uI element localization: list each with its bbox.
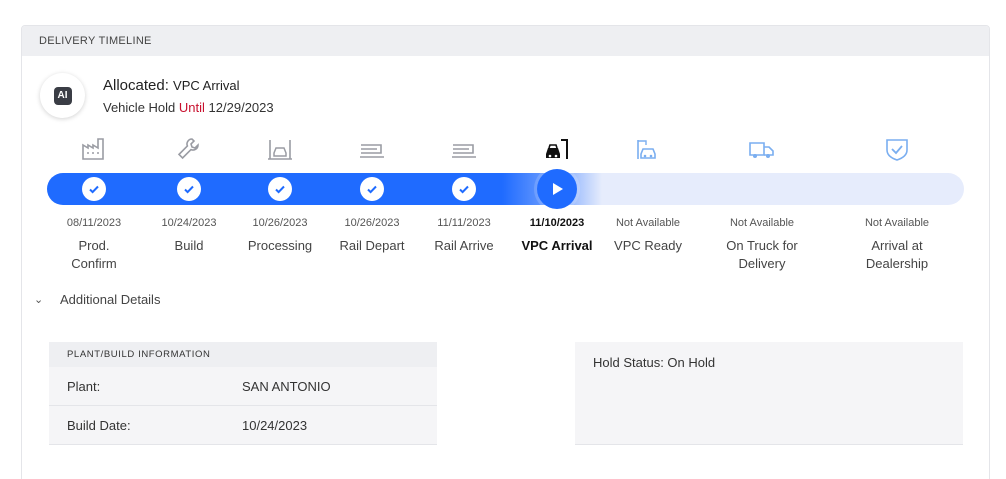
- check-icon: [459, 185, 469, 194]
- car-port-icon: [542, 136, 572, 162]
- info-key: Build Date:: [67, 417, 131, 433]
- step-label: On Truck for Delivery: [726, 238, 798, 271]
- step-date: 10/26/2023: [252, 217, 308, 229]
- check-icon: [184, 185, 194, 194]
- shield-check-icon: [882, 136, 912, 162]
- step-date: 08/11/2023: [66, 217, 122, 229]
- step-date: 10/24/2023: [161, 217, 217, 229]
- plant-build-panel: PLANT/BUILD INFORMATION Plant: SAN ANTON…: [49, 342, 437, 445]
- info-key: Plant:: [67, 378, 101, 394]
- truck-icon: [747, 136, 777, 162]
- step-date: 11/11/2023: [437, 217, 491, 229]
- step-current-node: [537, 169, 577, 209]
- wrench-icon: [174, 136, 204, 162]
- railcar-icon: [357, 136, 387, 162]
- car-lift-icon: [265, 136, 295, 162]
- step-label: VPC Ready: [614, 238, 682, 253]
- step-complete-node: [360, 177, 384, 201]
- check-icon: [367, 185, 377, 194]
- step-date: Not Available: [615, 217, 681, 229]
- info-value: 10/24/2023: [242, 417, 308, 433]
- step-complete-node: [82, 177, 106, 201]
- step-date: 11/10/2023: [529, 217, 585, 229]
- step-date: 10/26/2023: [344, 217, 400, 229]
- step-date: Not Available: [729, 217, 795, 229]
- hold-status-text: Hold Status: On Hold: [593, 355, 716, 370]
- step-label: Arrival at Dealership: [865, 238, 929, 271]
- chevron-down-icon: ⌄: [34, 294, 44, 306]
- info-row-build-date: Build Date: 10/24/2023: [49, 406, 437, 445]
- step-complete-node: [177, 177, 201, 201]
- step-complete-node: [268, 177, 292, 201]
- step-date: Not Available: [864, 217, 930, 229]
- check-icon: [275, 185, 285, 194]
- play-icon: [553, 183, 563, 195]
- timeline-progress: [47, 173, 602, 205]
- check-icon: [89, 185, 99, 194]
- info-value: SAN ANTONIO: [242, 378, 331, 394]
- additional-details-label: Additional Details: [60, 292, 161, 307]
- car-ready-icon: [633, 136, 663, 162]
- delivery-timeline: 08/11/2023 Prod. Confirm 10/24/2023 Build 10…: [22, 26, 989, 286]
- additional-details-toggle[interactable]: ⌄ Additional Details: [34, 292, 160, 307]
- plant-build-title: PLANT/BUILD INFORMATION: [49, 342, 437, 367]
- step-label: Prod. Confirm: [71, 238, 117, 271]
- factory-icon: [79, 136, 109, 162]
- railcar-icon: [449, 136, 479, 162]
- delivery-timeline-card: DELIVERY TIMELINE AI Allocated: VPC Arri…: [21, 25, 990, 479]
- hold-status-panel: Hold Status: On Hold: [575, 342, 963, 445]
- step-complete-node: [452, 177, 476, 201]
- info-row-plant: Plant: SAN ANTONIO: [49, 367, 437, 406]
